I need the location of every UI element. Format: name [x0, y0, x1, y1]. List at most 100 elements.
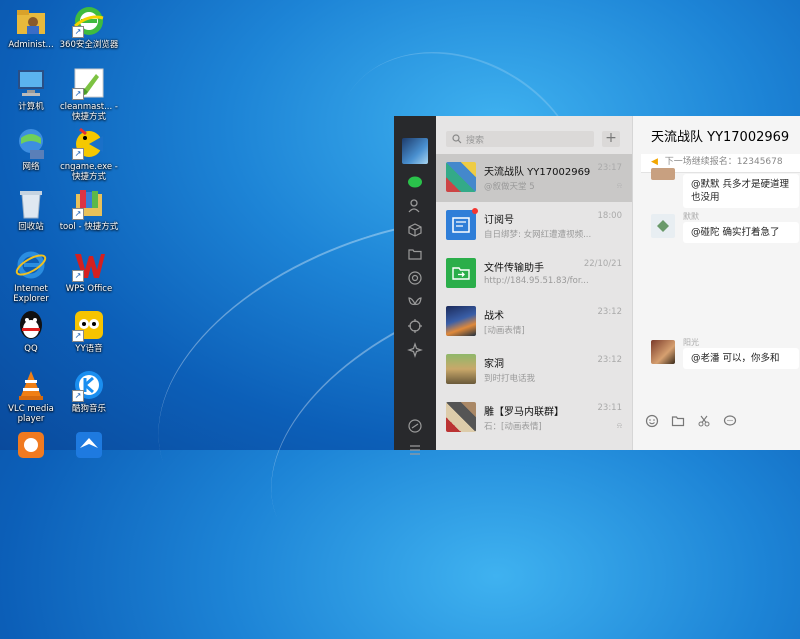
add-chat-button[interactable]: + [602, 131, 620, 147]
chat-time: 23:17 [597, 163, 623, 173]
wechat-sidebar [394, 116, 436, 455]
folder-icon[interactable] [671, 414, 685, 428]
message-sender: 阳光 [683, 338, 699, 347]
yy-icon: ↗ [72, 308, 106, 342]
desktop-icon-label: 回收站 [18, 222, 44, 232]
desktop-icon-label: WPS Office [65, 284, 113, 294]
message-text: @默默 兵多才是硬道理 也没用 [691, 179, 790, 203]
desktop-icon-administrator[interactable]: Administ... [0, 4, 62, 50]
desktop-icon-kugou[interactable]: ↗ 酷狗音乐 [58, 368, 120, 414]
message-avatar[interactable] [651, 214, 675, 238]
desktop-icon-network[interactable]: 网络 [0, 126, 62, 172]
chat-name: 家洞 [484, 359, 504, 370]
chat-time: 23:12 [597, 355, 623, 365]
chat-avatar [446, 162, 476, 192]
desktop-icon-360-browser[interactable]: ↗ 360安全浏览器 [58, 4, 120, 50]
scissors-icon[interactable] [697, 414, 711, 428]
folder-user-icon [14, 4, 48, 38]
chat-list-item[interactable]: 文件传输助手 http://184.95.51.83/for... 22/10/… [436, 250, 632, 298]
files-folder-icon[interactable] [407, 246, 423, 262]
mute-bell-icon: ⍾ [616, 181, 622, 190]
desktop-icon-partial[interactable] [0, 428, 62, 464]
desktop-icon-computer[interactable]: 计算机 [0, 66, 62, 112]
message-avatar[interactable] [651, 340, 675, 364]
desktop-icon-label: QQ [24, 344, 38, 354]
user-avatar[interactable] [402, 138, 428, 164]
favorites-cube-icon[interactable] [407, 222, 423, 238]
chat-avatar [446, 354, 476, 384]
shortcut-arrow-icon: ↗ [72, 270, 84, 282]
search-discover-icon[interactable] [407, 318, 423, 334]
chat-list-item[interactable]: 雕【罗马内联群】 石：[动画表情] 23:11 ⍾ [436, 394, 632, 442]
speaker-icon: ◀ [651, 157, 658, 167]
unread-dot [472, 208, 478, 214]
message-text: @碰陀 确实打着急了 [691, 227, 780, 238]
desktop-icon-label: 360安全浏览器 [59, 40, 119, 50]
chat-icon[interactable] [407, 174, 423, 190]
desktop-icon-yy[interactable]: ↗ YY语音 [58, 308, 120, 354]
app-icon [14, 428, 48, 462]
emoji-icon[interactable] [645, 414, 659, 428]
qq-icon [14, 308, 48, 342]
chat-name: 文件传输助手 [484, 263, 544, 274]
mute-bell-icon: ⍾ [616, 421, 622, 430]
shortcut-arrow-icon: ↗ [72, 208, 84, 220]
chat-preview: [动画表情] [484, 326, 525, 336]
menu-icon[interactable] [407, 442, 423, 458]
message-bubble: @碰陀 确实打着急了 [683, 222, 799, 243]
browser-360-icon: ↗ [72, 4, 106, 38]
shortcut-arrow-icon: ↗ [72, 88, 84, 100]
contacts-icon[interactable] [407, 198, 423, 214]
bird-app-icon [72, 428, 106, 462]
chat-name: 雕【罗马内联群】 [484, 407, 564, 418]
phone-icon[interactable] [407, 418, 423, 434]
ie-icon [14, 248, 48, 282]
chat-avatar [446, 402, 476, 432]
desktop-icon-cngame[interactable]: ↗ cngame.exe - 快捷方式 [58, 126, 120, 182]
chat-time: 23:11 [597, 403, 623, 413]
file-transfer-avatar [446, 258, 476, 288]
chat-time: 22/10/21 [583, 259, 622, 269]
tool-folder-icon: ↗ [72, 186, 106, 220]
notice-text: 下一场继续报名：12345678 [664, 157, 783, 167]
search-placeholder: 搜索 [466, 136, 485, 146]
desktop-icon-ie[interactable]: Internet Explorer [0, 248, 62, 304]
chat-list-item[interactable]: 家洞 到时打电话我 23:12 [436, 346, 632, 394]
chat-time: 18:00 [597, 211, 623, 221]
chat-preview: 石：[动画表情] [484, 422, 542, 432]
desktop-icon-qq[interactable]: QQ [0, 308, 62, 354]
desktop-icon-recycle-bin[interactable]: 回收站 [0, 186, 62, 232]
desktop-icon-label: tool - 快捷方式 [59, 222, 119, 232]
search-input[interactable]: 搜索 [446, 131, 594, 147]
chat-list-item[interactable]: 战术 [动画表情] 23:12 [436, 298, 632, 346]
chat-list-item[interactable]: 天流战队 YY17002969 @叙做天堂 5 23:17 ⍾ [436, 154, 632, 202]
chat-bubble-icon[interactable] [723, 414, 737, 428]
chat-time: 23:12 [597, 307, 623, 317]
mini-program-icon[interactable] [407, 342, 423, 358]
moments-icon[interactable] [407, 270, 423, 286]
chat-list-item[interactable] [436, 442, 632, 450]
cngame-icon: ↗ [72, 126, 106, 160]
desktop-icon-label: 酷狗音乐 [71, 404, 106, 414]
channels-icon[interactable] [407, 294, 423, 310]
desktop-icon-label: Internet Explorer [13, 284, 49, 304]
shortcut-arrow-icon: ↗ [72, 148, 84, 160]
chat-preview: 自日绑梦: 女网红遭遭视频... [484, 230, 592, 240]
desktop-icon-label: cngame.exe - 快捷方式 [60, 162, 118, 182]
message-avatar[interactable] [651, 168, 675, 180]
desktop-icon-label: YY语音 [75, 344, 103, 354]
desktop-icon-cleanmaster[interactable]: ↗ cleanmast... - 快捷方式 [58, 66, 120, 122]
chat-name: 战术 [484, 311, 504, 322]
desktop-icon-vlc[interactable]: VLC media player [0, 368, 62, 424]
computer-icon [14, 66, 48, 100]
desktop-icon-partial[interactable] [58, 428, 120, 464]
vlc-icon [14, 368, 48, 402]
desktop-icon-label: VLC media player [8, 404, 54, 424]
network-icon [14, 126, 48, 160]
chat-avatar [446, 306, 476, 336]
desktop-icon-wps[interactable]: ↗ WPS Office [58, 248, 120, 294]
chat-list-item[interactable]: 订阅号 自日绑梦: 女网红遭遭视频... 18:00 [436, 202, 632, 250]
desktop-icon-tool[interactable]: ↗ tool - 快捷方式 [58, 186, 120, 232]
message-text: @老潘 可以，你多和 [691, 353, 780, 364]
wps-icon: ↗ [72, 248, 106, 282]
